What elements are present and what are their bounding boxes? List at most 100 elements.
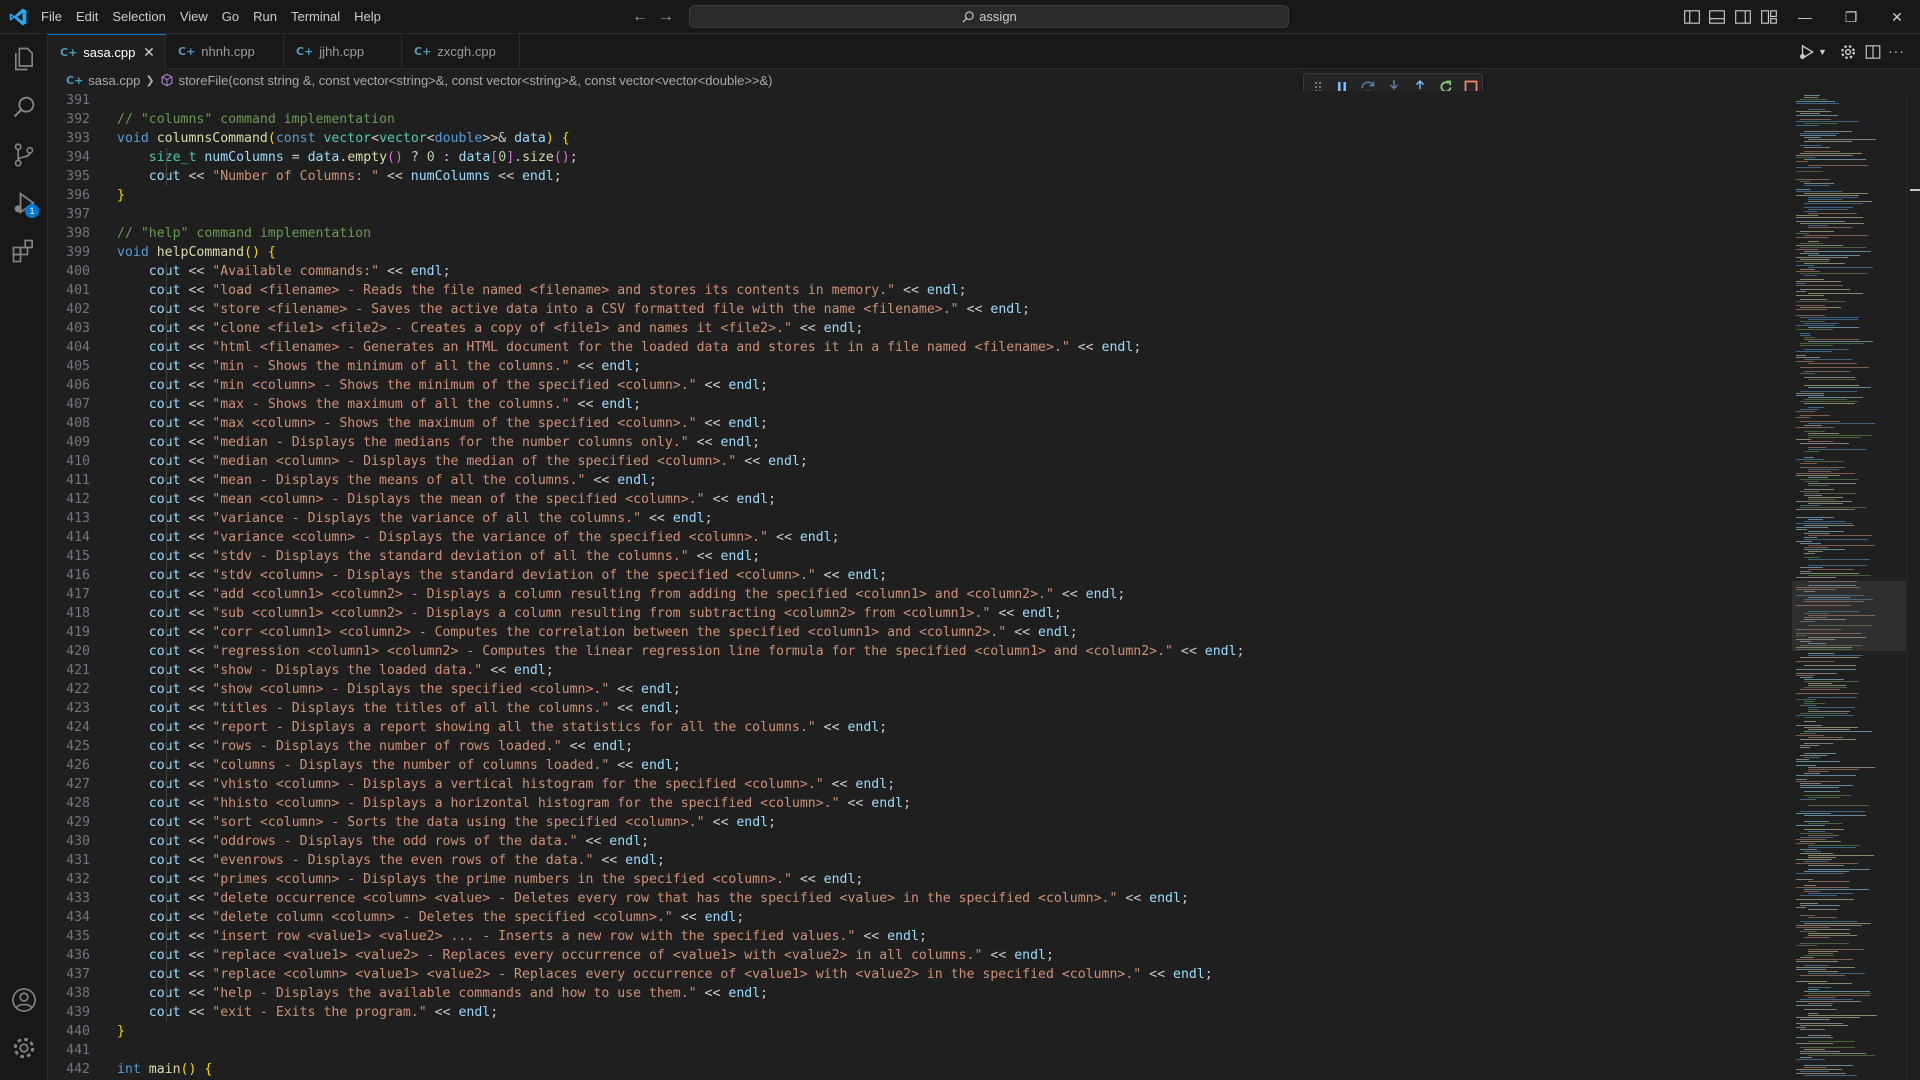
code-line[interactable]: 433 cout << "delete occurrence <column> …: [48, 889, 1189, 908]
code-line[interactable]: 406 cout << "min <column> - Shows the mi…: [48, 376, 768, 395]
code-line[interactable]: 399 void helpCommand() {: [48, 243, 276, 262]
code-line[interactable]: 412 cout << "mean <column> - Displays th…: [48, 490, 776, 509]
code-line[interactable]: 407 cout << "max - Shows the maximum of …: [48, 395, 641, 414]
minimap-line: [1808, 483, 1856, 484]
menu-view[interactable]: View: [173, 5, 215, 29]
minimize-button[interactable]: —: [1782, 0, 1828, 34]
tab-sasa-cpp[interactable]: C+ sasa.cpp ✕: [48, 34, 166, 69]
code-line[interactable]: 427 cout << "vhisto <column> - Displays …: [48, 775, 895, 794]
vertical-scrollbar[interactable]: [1906, 91, 1920, 1080]
customize-layout-icon[interactable]: [1760, 8, 1778, 26]
code-line[interactable]: 437 cout << "replace <column> <value1> <…: [48, 965, 1213, 984]
code-line[interactable]: 441: [48, 1041, 117, 1060]
code-line[interactable]: 394 size_t numColumns = data.empty() ? 0…: [48, 148, 578, 167]
menu-go[interactable]: Go: [215, 5, 246, 29]
minimap-line: [1796, 459, 1824, 460]
menu-selection[interactable]: Selection: [105, 5, 172, 29]
code-line[interactable]: 392 // "columns" command implementation: [48, 110, 395, 129]
code-line[interactable]: 415 cout << "stdv - Displays the standar…: [48, 547, 760, 566]
explorer-icon[interactable]: [10, 45, 38, 73]
code-line[interactable]: 391: [48, 91, 117, 110]
code-line[interactable]: 409 cout << "median - Displays the media…: [48, 433, 760, 452]
toggle-panel-icon[interactable]: [1708, 8, 1726, 26]
indent-guide: [166, 452, 167, 471]
run-debug-play-icon[interactable]: [1798, 43, 1816, 61]
accounts-icon[interactable]: [10, 986, 38, 1014]
code-line[interactable]: 434 cout << "delete column <column> - De…: [48, 908, 744, 927]
code-line[interactable]: 417 cout << "add <column1> <column2> - D…: [48, 585, 1125, 604]
tab-zxcgh-cpp[interactable]: C+ zxcgh.cpp: [402, 34, 520, 69]
code-line[interactable]: 432 cout << "primes <column> - Displays …: [48, 870, 863, 889]
code-line[interactable]: 429 cout << "sort <column> - Sorts the d…: [48, 813, 776, 832]
menu-help[interactable]: Help: [347, 5, 388, 29]
minimap-line: [1796, 1017, 1860, 1018]
code-line[interactable]: 418 cout << "sub <column1> <column2> - D…: [48, 604, 1062, 623]
code-line[interactable]: 405 cout << "min - Shows the minimum of …: [48, 357, 641, 376]
code-line[interactable]: 439 cout << "exit - Exits the program." …: [48, 1003, 498, 1022]
code-line[interactable]: 435 cout << "insert row <value1> <value2…: [48, 927, 927, 946]
code-line[interactable]: 393 void columnsCommand(const vector<vect…: [48, 129, 570, 148]
code-line[interactable]: 400 cout << "Available commands:" << end…: [48, 262, 451, 281]
minimap-slider[interactable]: [1792, 581, 1908, 651]
code-editor[interactable]: 391 392 // "columns" command implementatio…: [48, 91, 1792, 1080]
code-line[interactable]: 430 cout << "oddrows - Displays the odd …: [48, 832, 649, 851]
chevron-down-icon[interactable]: ▼: [1818, 43, 1836, 61]
code-line[interactable]: 425 cout << "rows - Displays the number …: [48, 737, 633, 756]
tab-nhnh-cpp[interactable]: C+ nhnh.cpp: [166, 34, 284, 69]
minimap-line: [1800, 1053, 1866, 1054]
minimap[interactable]: [1792, 91, 1908, 1080]
code-line[interactable]: 440}: [48, 1022, 125, 1041]
menu-run[interactable]: Run: [246, 5, 284, 29]
breadcrumb-symbol[interactable]: storeFile(const string &, const vector<s…: [179, 73, 773, 88]
code-line[interactable]: 426 cout << "columns - Displays the numb…: [48, 756, 681, 775]
code-line[interactable]: 424 cout << "report - Displays a report …: [48, 718, 887, 737]
code-line[interactable]: 398 // "help" command implementation: [48, 224, 371, 243]
source-control-icon[interactable]: [10, 141, 38, 169]
code-line[interactable]: 436 cout << "replace <value1> <value2> -…: [48, 946, 1054, 965]
code-line[interactable]: 403 cout << "clone <file1> <file2> - Cre…: [48, 319, 863, 338]
code-line[interactable]: 438 cout << "help - Displays the availab…: [48, 984, 768, 1003]
code-line[interactable]: 421 cout << "show - Displays the loaded …: [48, 661, 554, 680]
minimap-line: [1804, 461, 1844, 462]
code-line[interactable]: 428 cout << "hhisto <column> - Displays …: [48, 794, 911, 813]
minimap-line: [1796, 927, 1830, 928]
navigate-back-icon[interactable]: ←: [630, 7, 650, 27]
menu-terminal[interactable]: Terminal: [284, 5, 347, 29]
code-line[interactable]: 442 int main() {: [48, 1060, 212, 1079]
menu-file[interactable]: File: [34, 5, 69, 29]
split-editor-icon[interactable]: [1864, 43, 1882, 61]
navigate-forward-icon[interactable]: →: [656, 7, 676, 27]
search-icon[interactable]: [10, 93, 38, 121]
toggle-secondary-sidebar-icon[interactable]: [1734, 8, 1752, 26]
code-line[interactable]: 396}: [48, 186, 125, 205]
code-line[interactable]: 420 cout << "regression <column1> <colum…: [48, 642, 1244, 661]
code-line[interactable]: 413 cout << "variance - Displays the var…: [48, 509, 713, 528]
code-line[interactable]: 423 cout << "titles - Displays the title…: [48, 699, 681, 718]
code-line[interactable]: 408 cout << "max <column> - Shows the ma…: [48, 414, 768, 433]
code-line[interactable]: 402 cout << "store <filename> - Saves th…: [48, 300, 1030, 319]
menu-edit[interactable]: Edit: [69, 5, 105, 29]
close-tab-icon[interactable]: ✕: [141, 44, 157, 60]
breadcrumb-file[interactable]: sasa.cpp: [88, 73, 140, 88]
code-line[interactable]: 411 cout << "mean - Displays the means o…: [48, 471, 657, 490]
code-line[interactable]: 404 cout << "html <filename> - Generates…: [48, 338, 1141, 357]
minimap-line: [1796, 233, 1809, 234]
manage-gear-icon[interactable]: [10, 1034, 38, 1062]
code-line[interactable]: 397: [48, 205, 117, 224]
command-center-search[interactable]: assign: [689, 5, 1289, 28]
code-line[interactable]: 431 cout << "evenrows - Displays the eve…: [48, 851, 665, 870]
code-line[interactable]: 422 cout << "show <column> - Displays th…: [48, 680, 681, 699]
extensions-icon[interactable]: [10, 237, 38, 265]
tab-jjhh-cpp[interactable]: C+ jjhh.cpp: [284, 34, 402, 69]
toggle-primary-sidebar-icon[interactable]: [1683, 8, 1701, 26]
code-line[interactable]: 395 cout << "Number of Columns: " << num…: [48, 167, 562, 186]
close-window-button[interactable]: ✕: [1874, 0, 1920, 34]
code-line[interactable]: 401 cout << "load <filename> - Reads the…: [48, 281, 967, 300]
code-line[interactable]: 414 cout << "variance <column> - Display…: [48, 528, 840, 547]
settings-gear-icon[interactable]: [1839, 43, 1857, 61]
more-actions-icon[interactable]: ···: [1888, 43, 1906, 61]
restore-button[interactable]: ❐: [1828, 0, 1874, 34]
code-line[interactable]: 419 cout << "corr <column1> <column2> - …: [48, 623, 1078, 642]
code-line[interactable]: 416 cout << "stdv <column> - Displays th…: [48, 566, 887, 585]
code-line[interactable]: 410 cout << "median <column> - Displays …: [48, 452, 808, 471]
